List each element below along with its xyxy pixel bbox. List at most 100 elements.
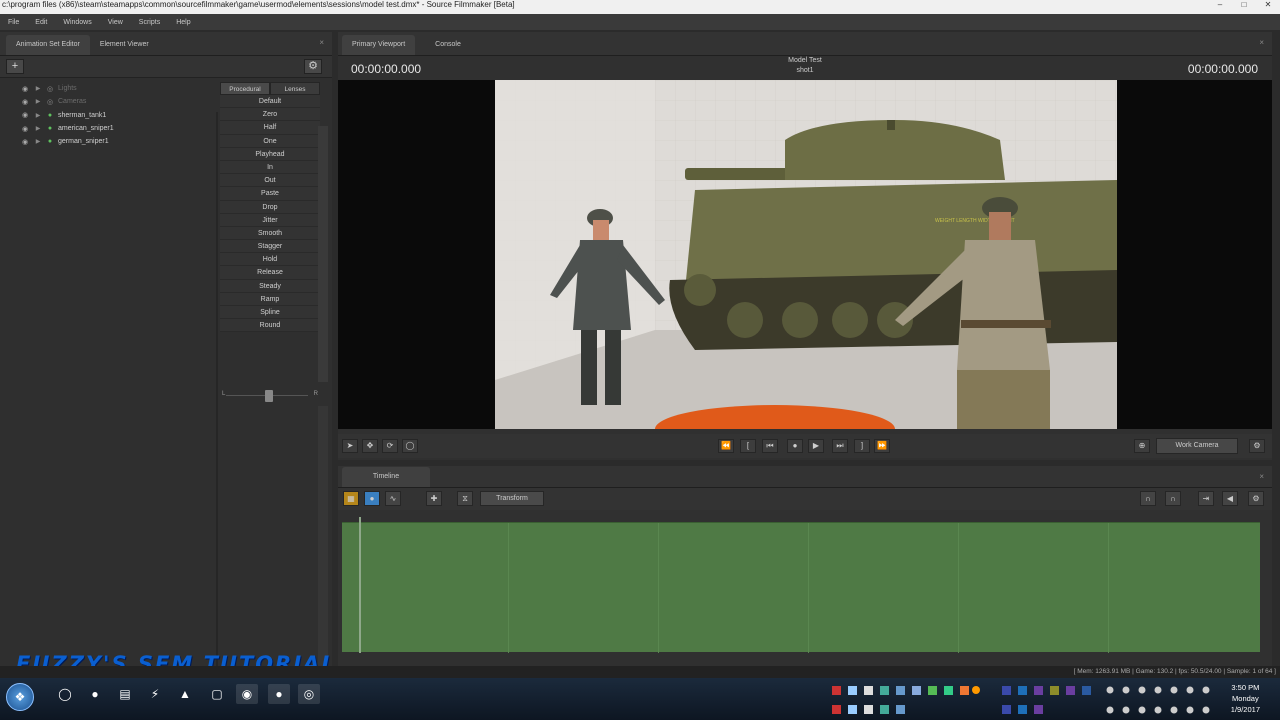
start-bracket-icon[interactable]: [ — [740, 439, 756, 453]
folder-icon[interactable]: ▢ — [206, 684, 228, 704]
prev-frame-icon[interactable]: ⏮ — [762, 439, 778, 453]
select-tool-icon[interactable]: ➤ — [342, 439, 358, 453]
end-bracket-icon[interactable]: ] — [854, 439, 870, 453]
transform-dropdown[interactable]: Transform — [480, 491, 544, 506]
obs-icon[interactable]: ● — [268, 684, 290, 704]
eye-icon[interactable]: ◉ — [18, 85, 32, 93]
expand-arrow-icon[interactable]: ▶ — [32, 125, 44, 132]
tray-icons[interactable] — [830, 682, 1215, 716]
menu-edit[interactable]: Edit — [27, 19, 55, 26]
preset-item[interactable]: Round — [220, 319, 320, 333]
tab-lenses[interactable]: Lenses — [270, 82, 320, 95]
tab-timeline[interactable]: Timeline — [342, 467, 430, 487]
eye-icon[interactable]: ◉ — [18, 111, 32, 119]
work-camera-dropdown[interactable]: Work Camera — [1156, 438, 1238, 454]
balance-slider[interactable]: L R — [222, 388, 318, 402]
ie-icon[interactable]: ◯ — [54, 684, 76, 704]
preset-item[interactable]: Out — [220, 174, 320, 188]
preset-item[interactable]: One — [220, 135, 320, 148]
winamp-icon[interactable]: ⚡ — [144, 684, 166, 704]
maximize-button[interactable]: □ — [1236, 0, 1252, 10]
magnet-icon[interactable]: ∩ — [1140, 491, 1156, 506]
start-button[interactable]: ❖ — [6, 683, 34, 711]
panel-close-icon[interactable]: × — [1259, 38, 1264, 47]
tab-primary-viewport[interactable]: Primary Viewport — [342, 35, 416, 55]
steam-icon[interactable]: ◉ — [236, 684, 258, 704]
tree-item-sherman-tank1[interactable]: ◉ ▶ ● sherman_tank1 — [6, 109, 214, 122]
snap-icon[interactable]: ∩ — [1165, 491, 1181, 506]
rotate-tool-icon[interactable]: ⟳ — [382, 439, 398, 453]
menu-help[interactable]: Help — [168, 19, 198, 26]
record-icon[interactable]: ● — [787, 439, 803, 453]
expand-arrow-icon[interactable]: ▶ — [32, 98, 44, 105]
tree-item-american-sniper1[interactable]: ◉ ▶ ● american_sniper1 — [6, 122, 214, 135]
preset-item[interactable]: Zero — [220, 108, 320, 122]
expand-arrow-icon[interactable]: ▶ — [32, 85, 44, 92]
move-tool-icon[interactable]: ✥ — [362, 439, 378, 453]
menu-view[interactable]: View — [100, 19, 131, 26]
sfm-icon[interactable]: ◎ — [298, 684, 320, 704]
viewport-render[interactable]: WEIGHT LENGTH WIDTH HEIGHT — [495, 80, 1117, 429]
tab-console[interactable]: Console — [425, 35, 471, 55]
taskbar-clock[interactable]: 3:50 PM Monday 1/9/2017 — [1231, 682, 1260, 715]
tree-item-cameras[interactable]: ◉ ▶ ◎ Cameras — [6, 95, 214, 108]
tree-item-german-sniper1[interactable]: ◉ ▶ ● german_sniper1 — [6, 135, 214, 148]
preset-item[interactable]: Stagger — [220, 240, 320, 254]
collapse-icon[interactable]: ◀ — [1222, 491, 1238, 506]
preset-item[interactable]: Jitter — [220, 214, 320, 227]
motion-editor-icon[interactable]: ● — [364, 491, 380, 506]
preset-item[interactable]: Default — [220, 95, 320, 109]
gear-icon[interactable]: ⚙ — [1249, 439, 1265, 453]
balance-knob[interactable] — [265, 390, 273, 402]
menu-file[interactable]: File — [0, 19, 27, 26]
timeline-graph-area[interactable] — [342, 517, 1260, 653]
vlc-icon[interactable]: ▲ — [174, 684, 196, 704]
minimize-button[interactable]: – — [1212, 0, 1228, 10]
gear-icon[interactable]: ⚙ — [304, 59, 322, 74]
filter-icon[interactable]: ⧖ — [457, 491, 473, 506]
preset-item[interactable]: Spline — [220, 306, 320, 320]
eye-icon[interactable]: ◉ — [18, 98, 32, 106]
preset-item[interactable]: In — [220, 161, 320, 175]
preset-item[interactable]: Ramp — [220, 293, 320, 306]
clip-editor-icon[interactable]: ▦ — [343, 491, 359, 506]
preset-item[interactable]: Playhead — [220, 148, 320, 161]
close-button[interactable]: ✕ — [1260, 0, 1276, 10]
panel-close-icon[interactable]: × — [1259, 472, 1264, 481]
play-icon[interactable]: ▶ — [808, 439, 824, 453]
panel-close-icon[interactable]: × — [319, 38, 324, 47]
add-animation-set-button[interactable]: + — [6, 59, 24, 74]
next-frame-icon[interactable]: ⏭ — [832, 439, 848, 453]
preset-scrollbar[interactable] — [318, 126, 328, 382]
playhead[interactable] — [359, 517, 361, 653]
firefox-icon[interactable]: ● — [84, 684, 106, 704]
explorer-icon[interactable]: ▤ — [114, 684, 136, 704]
fast-forward-icon[interactable]: ⏩ — [874, 439, 890, 453]
panel-splitter[interactable] — [216, 112, 218, 686]
scale-tool-icon[interactable]: ◯ — [402, 439, 418, 453]
menu-windows[interactable]: Windows — [55, 19, 99, 26]
attribute-scrollbar[interactable] — [318, 406, 328, 686]
preset-item[interactable]: Drop — [220, 201, 320, 214]
gear-icon[interactable]: ⚙ — [1248, 491, 1264, 506]
preset-item[interactable]: Half — [220, 121, 320, 135]
expand-arrow-icon[interactable]: ▶ — [32, 112, 44, 119]
tree-item-lights[interactable]: ◉ ▶ ◎ Lights — [6, 82, 214, 95]
tab-element-viewer[interactable]: Element Viewer — [90, 35, 159, 55]
preset-item[interactable]: Paste — [220, 187, 320, 201]
tab-animation-set-editor[interactable]: Animation Set Editor — [6, 35, 90, 55]
camera-target-icon[interactable]: ⊕ — [1134, 439, 1150, 453]
menu-scripts[interactable]: Scripts — [131, 19, 168, 26]
graph-editor-icon[interactable]: ∿ — [385, 491, 401, 506]
expand-arrow-icon[interactable]: ▶ — [32, 138, 44, 145]
tab-procedural[interactable]: Procedural — [220, 82, 270, 95]
rewind-icon[interactable]: ⏪ — [718, 439, 734, 453]
add-keyframe-icon[interactable]: ✚ — [426, 491, 442, 506]
eye-icon[interactable]: ◉ — [18, 138, 32, 146]
go-to-end-icon[interactable]: ⇥ — [1198, 491, 1214, 506]
preset-item[interactable]: Release — [220, 266, 320, 280]
preset-item[interactable]: Hold — [220, 253, 320, 267]
eye-icon[interactable]: ◉ — [18, 125, 32, 133]
preset-item[interactable]: Steady — [220, 280, 320, 293]
preset-item[interactable]: Smooth — [220, 227, 320, 241]
